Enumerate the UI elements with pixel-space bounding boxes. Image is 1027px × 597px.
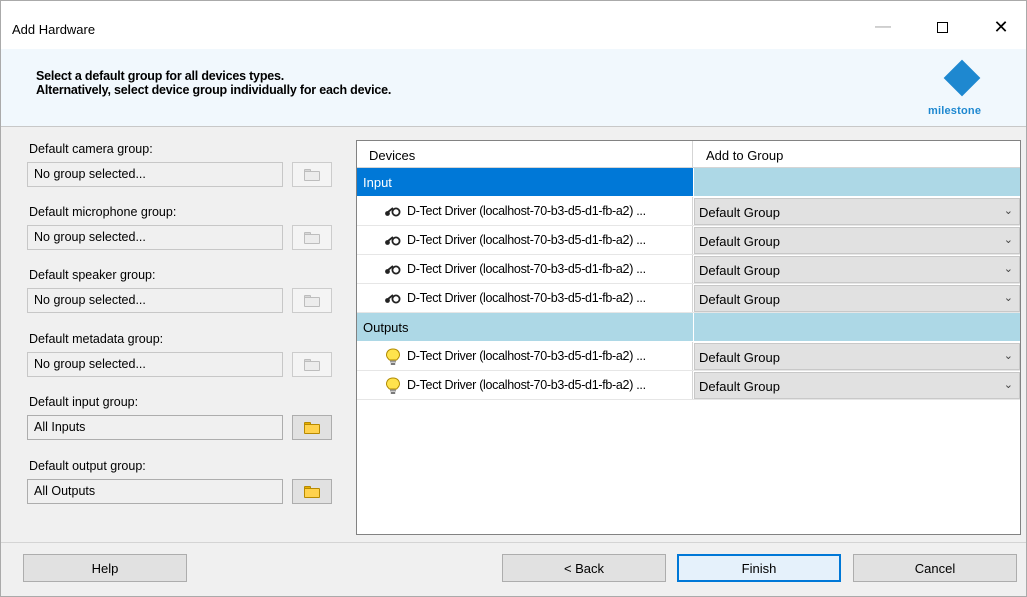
group-dropdown-value: Default Group xyxy=(699,379,780,394)
group-dropdown[interactable]: Default Group ⌄ xyxy=(694,256,1020,283)
back-button[interactable]: < Back xyxy=(502,554,666,582)
finish-button[interactable]: Finish xyxy=(677,554,841,582)
header-instruction-line1: Select a default group for all devices t… xyxy=(36,69,285,83)
device-row[interactable]: D-Tect Driver (localhost-70-b3-d5-d1-fb-… xyxy=(357,226,1020,255)
device-name: D-Tect Driver (localhost-70-b3-d5-d1-fb-… xyxy=(407,262,646,276)
device-name: D-Tect Driver (localhost-70-b3-d5-d1-fb-… xyxy=(407,204,646,218)
device-name: D-Tect Driver (localhost-70-b3-d5-d1-fb-… xyxy=(407,291,646,305)
default-group-label: Default camera group: xyxy=(29,142,153,156)
device-cell[interactable]: D-Tect Driver (localhost-70-b3-d5-d1-fb-… xyxy=(357,197,693,225)
devices-grid: Devices Add to Group Input D-Tect Driver … xyxy=(356,140,1021,535)
default-group-field[interactable]: All Inputs xyxy=(27,415,283,440)
browse-group-button[interactable] xyxy=(292,479,332,504)
default-group-label: Default speaker group: xyxy=(29,268,156,282)
default-group-field[interactable]: No group selected... xyxy=(27,288,283,313)
wizard-header: Select a default group for all devices t… xyxy=(1,49,1026,127)
input-device-icon xyxy=(383,261,403,277)
section-group-cell xyxy=(694,168,1020,196)
column-header-add-to-group[interactable]: Add to Group xyxy=(694,141,1020,167)
column-header-devices[interactable]: Devices xyxy=(357,141,693,167)
browse-group-button[interactable] xyxy=(292,288,332,313)
footer-divider xyxy=(1,542,1026,543)
milestone-diamond-icon xyxy=(943,59,981,97)
default-group-label: Default microphone group: xyxy=(29,205,177,219)
milestone-logo: milestone xyxy=(926,57,996,121)
input-device-icon xyxy=(383,290,403,306)
help-button[interactable]: Help xyxy=(23,554,187,582)
chevron-down-icon: ⌄ xyxy=(1003,292,1013,304)
browse-group-button[interactable] xyxy=(292,415,332,440)
device-cell[interactable]: D-Tect Driver (localhost-70-b3-d5-d1-fb-… xyxy=(357,226,693,254)
default-group-field[interactable]: No group selected... xyxy=(27,225,283,250)
device-name: D-Tect Driver (localhost-70-b3-d5-d1-fb-… xyxy=(407,378,646,392)
default-group-field[interactable]: No group selected... xyxy=(27,352,283,377)
window-title: Add Hardware xyxy=(12,22,96,37)
chevron-down-icon: ⌄ xyxy=(1003,234,1013,246)
group-dropdown-value: Default Group xyxy=(699,292,780,307)
maximize-icon xyxy=(936,21,948,33)
group-dropdown[interactable]: Default Group ⌄ xyxy=(694,285,1020,312)
grid-section-outputs[interactable]: Outputs xyxy=(357,313,1020,341)
device-row[interactable]: D-Tect Driver (localhost-70-b3-d5-d1-fb-… xyxy=(357,371,1020,400)
close-button[interactable]: ✕ xyxy=(978,11,1024,43)
device-cell[interactable]: D-Tect Driver (localhost-70-b3-d5-d1-fb-… xyxy=(357,284,693,312)
header-instruction-line2: Alternatively, select device group indiv… xyxy=(36,83,392,97)
folder-icon xyxy=(304,421,320,434)
group-dropdown[interactable]: Default Group ⌄ xyxy=(694,198,1020,225)
default-group-label: Default output group: xyxy=(29,459,146,473)
device-row[interactable]: D-Tect Driver (localhost-70-b3-d5-d1-fb-… xyxy=(357,284,1020,313)
input-device-icon xyxy=(383,203,403,219)
cancel-button[interactable]: Cancel xyxy=(853,554,1017,582)
device-cell[interactable]: D-Tect Driver (localhost-70-b3-d5-d1-fb-… xyxy=(357,342,693,370)
group-dropdown[interactable]: Default Group ⌄ xyxy=(694,372,1020,399)
lightbulb-icon xyxy=(383,377,403,394)
chevron-down-icon: ⌄ xyxy=(1003,263,1013,275)
folder-icon xyxy=(304,485,320,498)
browse-group-button[interactable] xyxy=(292,352,332,377)
folder-icon xyxy=(304,358,320,371)
group-dropdown-value: Default Group xyxy=(699,350,780,365)
milestone-logo-text: milestone xyxy=(928,105,982,117)
group-dropdown-value: Default Group xyxy=(699,234,780,249)
device-cell[interactable]: D-Tect Driver (localhost-70-b3-d5-d1-fb-… xyxy=(357,255,693,283)
device-row[interactable]: D-Tect Driver (localhost-70-b3-d5-d1-fb-… xyxy=(357,255,1020,284)
chevron-down-icon: ⌄ xyxy=(1003,350,1013,362)
maximize-button[interactable] xyxy=(919,11,965,43)
lightbulb-icon xyxy=(383,348,403,365)
section-title: Outputs xyxy=(357,313,693,341)
default-group-field[interactable]: No group selected... xyxy=(27,162,283,187)
folder-icon xyxy=(304,231,320,244)
device-name: D-Tect Driver (localhost-70-b3-d5-d1-fb-… xyxy=(407,233,646,247)
browse-group-button[interactable] xyxy=(292,162,332,187)
group-dropdown[interactable]: Default Group ⌄ xyxy=(694,343,1020,370)
device-cell[interactable]: D-Tect Driver (localhost-70-b3-d5-d1-fb-… xyxy=(357,371,693,399)
folder-icon xyxy=(304,168,320,181)
minimize-button[interactable]: — xyxy=(860,11,906,43)
section-group-cell xyxy=(694,313,1020,341)
group-dropdown-value: Default Group xyxy=(699,205,780,220)
group-dropdown[interactable]: Default Group ⌄ xyxy=(694,227,1020,254)
chevron-down-icon: ⌄ xyxy=(1003,205,1013,217)
add-hardware-window: Add Hardware — ✕ Select a default group … xyxy=(0,0,1027,597)
folder-icon xyxy=(304,294,320,307)
group-dropdown-value: Default Group xyxy=(699,263,780,278)
section-title: Input xyxy=(357,168,693,196)
title-bar: Add Hardware — ✕ xyxy=(1,1,1026,49)
grid-section-input[interactable]: Input xyxy=(357,168,1020,196)
default-group-label: Default metadata group: xyxy=(29,332,164,346)
input-device-icon xyxy=(383,232,403,248)
default-group-label: Default input group: xyxy=(29,395,139,409)
device-row[interactable]: D-Tect Driver (localhost-70-b3-d5-d1-fb-… xyxy=(357,197,1020,226)
grid-header: Devices Add to Group xyxy=(357,141,1020,168)
device-name: D-Tect Driver (localhost-70-b3-d5-d1-fb-… xyxy=(407,349,646,363)
default-group-field[interactable]: All Outputs xyxy=(27,479,283,504)
device-row[interactable]: D-Tect Driver (localhost-70-b3-d5-d1-fb-… xyxy=(357,342,1020,371)
chevron-down-icon: ⌄ xyxy=(1003,379,1013,391)
browse-group-button[interactable] xyxy=(292,225,332,250)
